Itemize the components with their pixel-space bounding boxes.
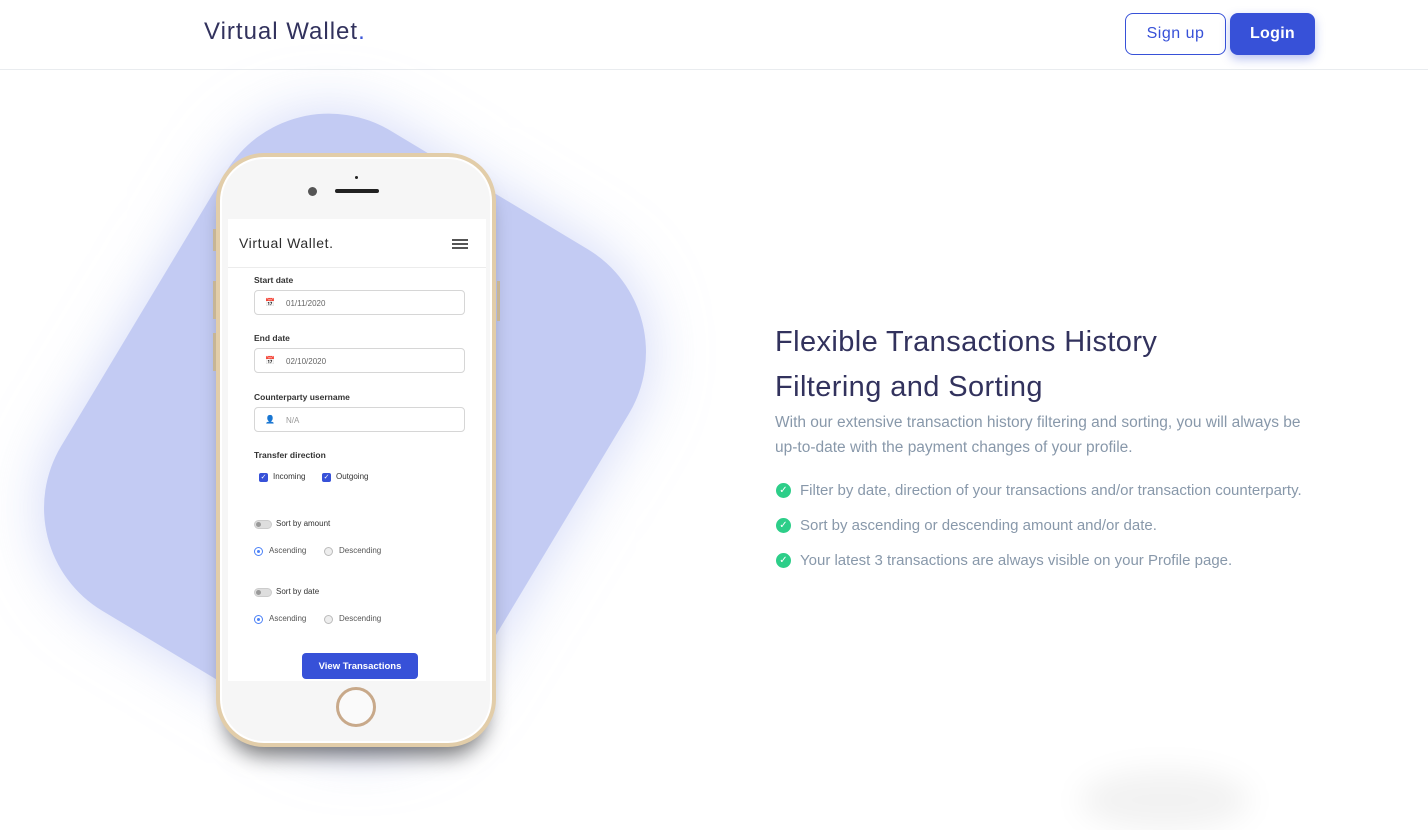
- sort-amount-label: Sort by amount: [276, 519, 331, 528]
- feature-title: Flexible Transactions History Filtering …: [775, 320, 1335, 410]
- end-date-value: 02/10/2020: [286, 357, 327, 366]
- phone-screen: Virtual Wallet. Start date 📅 01/11/2020 …: [228, 219, 486, 681]
- phone-power-button: [497, 281, 500, 321]
- feature-description: With our extensive transaction history f…: [775, 414, 1301, 456]
- list-item-text: Filter by date, direction of your transa…: [800, 482, 1302, 499]
- amount-descending-label: Descending: [339, 546, 382, 555]
- end-date-input[interactable]: 📅 02/10/2020: [254, 348, 465, 373]
- phone-sensor: [355, 176, 358, 179]
- calendar-icon: 📅: [265, 356, 275, 365]
- view-transactions-button[interactable]: View Transactions: [302, 653, 418, 679]
- feature-title-line1: Flexible Transactions History: [775, 326, 1158, 358]
- amount-descending-radio[interactable]: [324, 547, 333, 556]
- counterparty-placeholder: N/A: [286, 416, 300, 425]
- decorative-shadow: [1080, 770, 1250, 830]
- brand-logo[interactable]: Virtual Wallet.: [204, 18, 366, 46]
- hamburger-menu-icon[interactable]: [452, 239, 468, 250]
- outgoing-checkbox[interactable]: ✓: [322, 473, 331, 482]
- amount-ascending-label: Ascending: [269, 546, 307, 555]
- login-button[interactable]: Login: [1230, 13, 1315, 55]
- start-date-value: 01/11/2020: [286, 299, 326, 308]
- sort-date-toggle[interactable]: [254, 588, 272, 597]
- app-brand: Virtual Wallet.: [239, 235, 334, 251]
- phone-speaker: [335, 189, 379, 193]
- phone-volume-up: [213, 281, 216, 319]
- list-item-text: Sort by ascending or descending amount a…: [800, 517, 1157, 534]
- phone-mockup: Virtual Wallet. Start date 📅 01/11/2020 …: [213, 153, 500, 747]
- brand-name: Virtual Wallet: [204, 18, 359, 45]
- list-item-text: Your latest 3 transactions are always vi…: [800, 552, 1233, 569]
- list-item: ✓ Sort by ascending or descending amount…: [775, 516, 1335, 536]
- date-ascending-label: Ascending: [269, 614, 307, 623]
- list-item: ✓ Your latest 3 transactions are always …: [775, 551, 1335, 571]
- phone-camera: [308, 187, 317, 196]
- sort-date-label: Sort by date: [276, 587, 320, 596]
- calendar-icon: 📅: [265, 298, 275, 307]
- date-ascending-radio[interactable]: [254, 615, 263, 624]
- top-navbar: Virtual Wallet. Sign up Login: [0, 0, 1428, 70]
- counterparty-input[interactable]: 👤 N/A: [254, 407, 465, 432]
- start-date-input[interactable]: 📅 01/11/2020: [254, 290, 465, 315]
- check-circle-icon: ✓: [776, 518, 791, 533]
- end-date-label: End date: [254, 333, 290, 343]
- date-descending-label: Descending: [339, 614, 382, 623]
- list-item: ✓ Filter by date, direction of your tran…: [775, 481, 1335, 501]
- check-circle-icon: ✓: [776, 483, 791, 498]
- signup-button[interactable]: Sign up: [1125, 13, 1226, 55]
- start-date-label: Start date: [254, 275, 294, 285]
- direction-label: Transfer direction: [254, 450, 326, 460]
- sort-amount-toggle[interactable]: [254, 520, 272, 529]
- app-header: Virtual Wallet.: [228, 219, 486, 268]
- user-icon: 👤: [265, 415, 275, 424]
- phone-home-button: [336, 687, 376, 727]
- phone-volume-down: [213, 333, 216, 371]
- incoming-label: Incoming: [273, 472, 306, 481]
- feature-title-line2: Filtering and Sorting: [775, 371, 1043, 403]
- brand-dot: .: [358, 18, 366, 45]
- counterparty-label: Counterparty username: [254, 392, 350, 402]
- incoming-checkbox[interactable]: ✓: [259, 473, 268, 482]
- date-descending-radio[interactable]: [324, 615, 333, 624]
- phone-mute-switch: [213, 229, 216, 251]
- check-circle-icon: ✓: [776, 553, 791, 568]
- outgoing-label: Outgoing: [336, 472, 369, 481]
- amount-ascending-radio[interactable]: [254, 547, 263, 556]
